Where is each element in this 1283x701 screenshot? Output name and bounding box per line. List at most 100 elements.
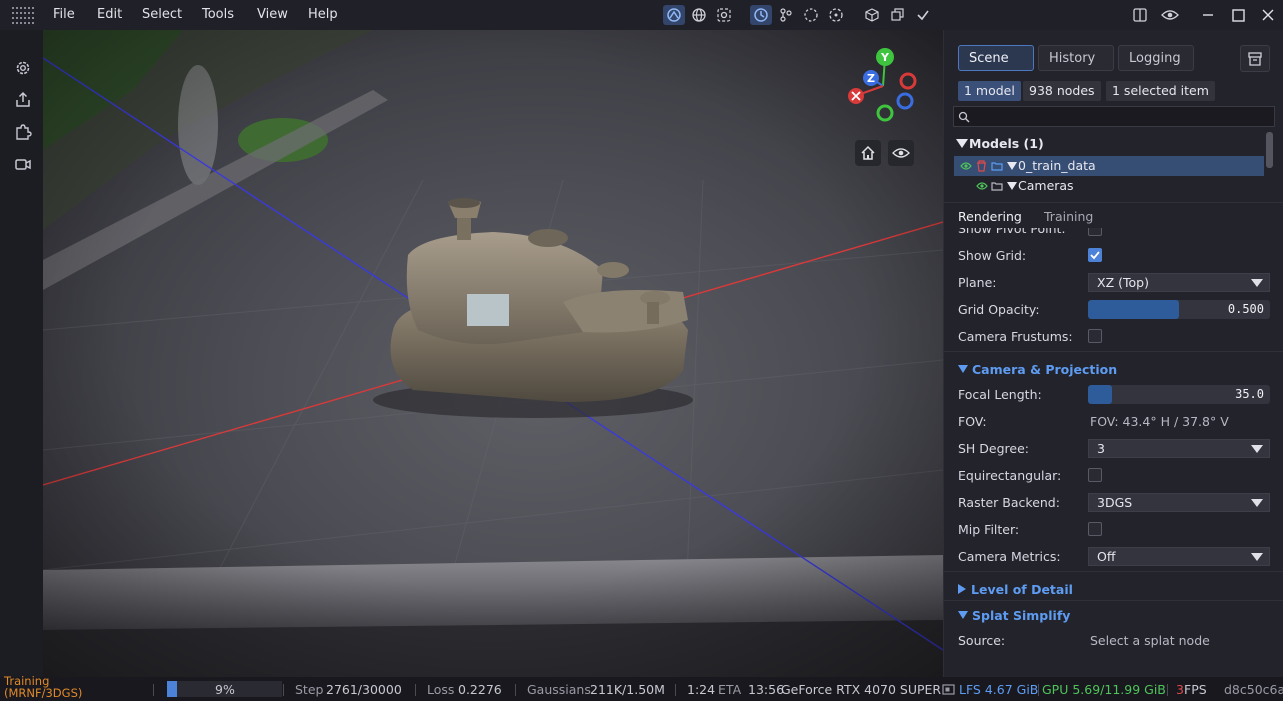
chip-models[interactable]: 1 model: [958, 81, 1021, 101]
tab-rendering[interactable]: Rendering: [958, 209, 1022, 224]
tab-scene[interactable]: Scene: [958, 45, 1034, 71]
tab-training[interactable]: Training: [1044, 209, 1093, 224]
cube-icon[interactable]: [861, 5, 883, 25]
search-icon: [958, 111, 970, 123]
progress-percent: 9%: [215, 682, 235, 697]
3d-viewport[interactable]: Y Z: [43, 30, 943, 677]
folder-icon: [991, 182, 1003, 191]
menu-tools[interactable]: Tools: [202, 7, 234, 22]
separator: [1038, 684, 1039, 696]
expand-icon: [958, 584, 966, 594]
show-grid-checkbox[interactable]: [1088, 248, 1102, 262]
camera-frustums-checkbox[interactable]: [1088, 329, 1102, 343]
trash-icon[interactable]: [976, 160, 987, 172]
show-pivot-checkbox[interactable]: [1088, 228, 1102, 236]
orbit-icon[interactable]: [663, 5, 685, 25]
fov-value: FOV: 43.4° H / 37.8° V: [1090, 414, 1229, 429]
checkmark-icon: [1090, 251, 1100, 260]
chevron-down-icon: [1251, 445, 1263, 453]
plugin-icon[interactable]: [13, 122, 33, 142]
home-icon: [861, 145, 875, 160]
section-splat-simplify[interactable]: Splat Simplify: [958, 608, 1070, 623]
camera-metrics-label: Camera Metrics:: [958, 549, 1061, 564]
close-icon[interactable]: [1258, 6, 1278, 24]
home-view-button[interactable]: [855, 140, 881, 166]
export-icon[interactable]: [13, 90, 33, 110]
plane-select[interactable]: XZ (Top): [1088, 273, 1270, 292]
build-hash: d8c50c6a: [1224, 682, 1283, 697]
axis-gizmo[interactable]: Y Z: [843, 46, 923, 126]
equirectangular-checkbox[interactable]: [1088, 468, 1102, 482]
focal-length-value: 35.0: [1235, 387, 1264, 401]
source-label: Source:: [958, 633, 1006, 648]
camera-frustums-label: Camera Frustums:: [958, 329, 1073, 344]
models-header-label: Models (1): [969, 136, 1044, 151]
menu-select[interactable]: Select: [142, 7, 182, 22]
sh-degree-label: SH Degree:: [958, 441, 1030, 456]
divider: [944, 600, 1283, 601]
grid-opacity-label: Grid Opacity:: [958, 302, 1040, 317]
properties-tabs: Rendering Training: [944, 202, 1283, 228]
eye-icon[interactable]: [1160, 6, 1180, 24]
globe-icon[interactable]: [688, 5, 710, 25]
left-toolbar: [0, 30, 43, 677]
tree-item-train-data[interactable]: 0_train_data: [954, 156, 1264, 176]
divider: [944, 351, 1283, 352]
tab-logging[interactable]: Logging: [1118, 45, 1194, 71]
archive-button[interactable]: [1240, 45, 1270, 72]
nodes-icon[interactable]: [775, 5, 797, 25]
expand-icon[interactable]: [1007, 182, 1017, 190]
models-header[interactable]: Models (1): [956, 136, 1044, 151]
menu-edit[interactable]: Edit: [97, 7, 122, 22]
menu-bar: File Edit Select Tools View Help: [0, 0, 1283, 30]
crosshair-icon[interactable]: [825, 5, 847, 25]
tree-item-cameras[interactable]: Cameras: [954, 176, 1264, 196]
chip-selected[interactable]: 1 selected item: [1106, 81, 1215, 101]
grid-opacity-value: 0.500: [1227, 302, 1264, 316]
menu-view[interactable]: View: [257, 7, 288, 22]
clock-icon[interactable]: [750, 5, 772, 25]
focal-length-slider[interactable]: 35.0: [1088, 385, 1270, 404]
plane-value: XZ (Top): [1097, 275, 1149, 290]
minimize-icon[interactable]: [1198, 6, 1218, 24]
right-panel: Scene History Logging 1 model 938 nodes …: [943, 30, 1283, 677]
maximize-icon[interactable]: [1228, 6, 1248, 24]
target-icon[interactable]: [713, 5, 735, 25]
grid-opacity-slider[interactable]: 0.500: [1088, 300, 1270, 319]
collapse-icon: [958, 365, 968, 373]
raster-backend-select[interactable]: 3DGS: [1088, 493, 1270, 512]
sh-degree-select[interactable]: 3: [1088, 439, 1270, 458]
chip-nodes[interactable]: 938 nodes: [1023, 81, 1101, 101]
section-camera-projection[interactable]: Camera & Projection: [958, 362, 1117, 377]
menu-help[interactable]: Help: [308, 7, 338, 22]
mode-line-2: (MRNF/3DGS): [4, 686, 83, 700]
check-icon[interactable]: [912, 5, 934, 25]
view-toggle-button[interactable]: [888, 140, 914, 166]
section-splat-label: Splat Simplify: [972, 608, 1071, 623]
camera-icon[interactable]: [13, 154, 33, 174]
visibility-icon[interactable]: [960, 161, 972, 171]
camera-metrics-select[interactable]: Off: [1088, 547, 1270, 566]
split-view-icon[interactable]: [1130, 6, 1150, 24]
section-level-of-detail[interactable]: Level of Detail: [958, 582, 1073, 597]
properties-content: Show Pivot Point: Show Grid: Plane: XZ (…: [944, 228, 1283, 677]
separator: [515, 684, 516, 696]
focal-length-label: Focal Length:: [958, 387, 1042, 402]
layers-icon[interactable]: [886, 5, 908, 25]
visibility-icon[interactable]: [976, 181, 988, 191]
menu-file[interactable]: File: [53, 7, 75, 22]
mip-filter-checkbox[interactable]: [1088, 522, 1102, 536]
gizmo-y-label: Y: [880, 51, 890, 64]
folder-icon: [991, 162, 1003, 171]
lasso-icon[interactable]: [800, 5, 822, 25]
eta-value: 13:56: [748, 682, 785, 697]
scene-scrollbar[interactable]: [1266, 132, 1273, 168]
tab-history[interactable]: History: [1038, 45, 1114, 71]
gear-icon[interactable]: [13, 58, 33, 78]
separator: [415, 684, 416, 696]
elapsed-time: 1:24: [687, 682, 716, 697]
expand-icon[interactable]: [1007, 162, 1017, 170]
search-input[interactable]: [953, 106, 1275, 127]
app-logo-icon[interactable]: [12, 7, 34, 24]
divider: [944, 571, 1283, 572]
